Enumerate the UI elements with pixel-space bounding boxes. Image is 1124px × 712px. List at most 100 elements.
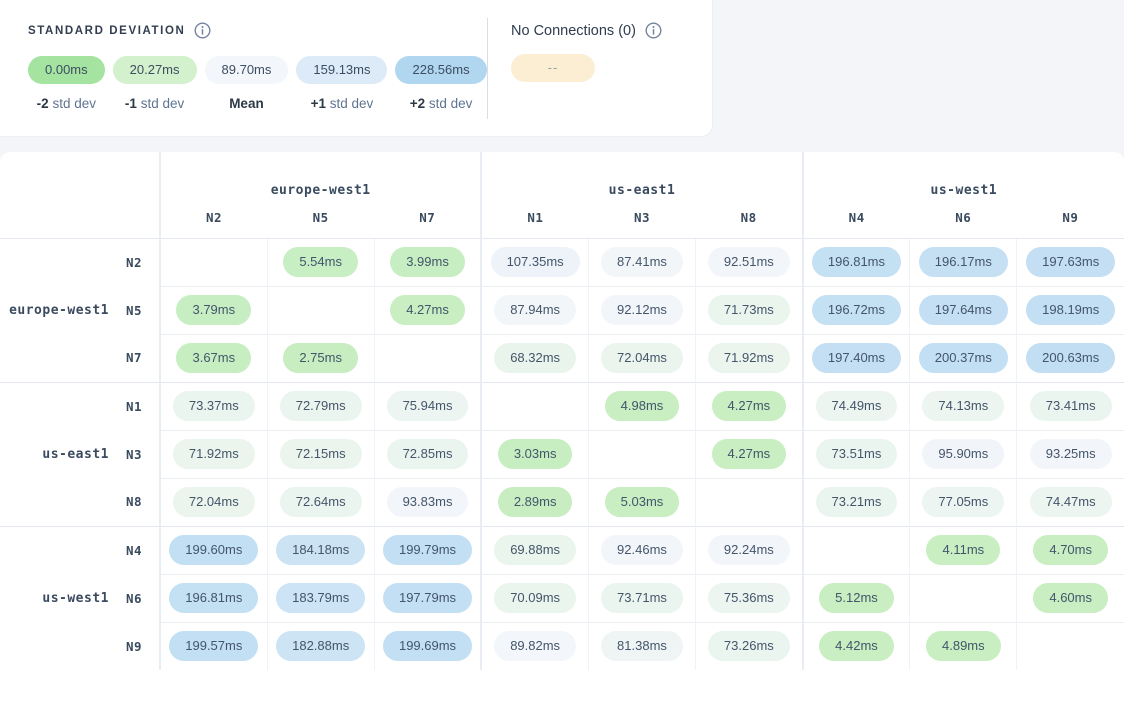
legend-card: STANDARD DEVIATION 0.00ms-2 std dev20.27…	[0, 0, 713, 137]
legend-pill: 228.56ms	[395, 56, 486, 84]
info-icon[interactable]	[194, 22, 211, 39]
latency-cell: 4.98ms	[588, 382, 695, 430]
latency-pill: 93.25ms	[1030, 439, 1112, 469]
legend-pill: 0.00ms	[28, 56, 105, 84]
latency-cell: 71.92ms	[160, 430, 267, 478]
latency-pill: 73.71ms	[601, 583, 683, 613]
latency-pill: 72.64ms	[280, 487, 362, 517]
matrix-corner-cell	[0, 152, 160, 238]
latency-cell: 196.81ms	[803, 238, 910, 286]
latency-cell: 199.60ms	[160, 526, 267, 574]
self-latency-cell	[588, 430, 695, 478]
latency-pill: 77.05ms	[922, 487, 1004, 517]
no-connections-title: No Connections (0)	[511, 23, 636, 39]
latency-pill: 75.36ms	[708, 583, 790, 613]
latency-pill: 196.81ms	[812, 247, 901, 277]
node-column-header: N3	[588, 208, 695, 238]
region-row-label: us-west1	[0, 591, 109, 606]
latency-pill: 95.90ms	[922, 439, 1004, 469]
latency-pill: 3.67ms	[176, 343, 251, 373]
row-header: europe-west1N5	[0, 286, 160, 334]
latency-cell: 92.12ms	[588, 286, 695, 334]
latency-pill: 5.03ms	[605, 487, 680, 517]
latency-pill: 4.70ms	[1033, 535, 1108, 565]
node-column-header: N1	[481, 208, 588, 238]
latency-pill: 197.63ms	[1026, 247, 1115, 277]
latency-cell: 184.18ms	[267, 526, 374, 574]
latency-cell: 5.12ms	[803, 574, 910, 622]
latency-pill: 107.35ms	[491, 247, 580, 277]
legend-label: +2 std dev	[410, 96, 473, 111]
latency-cell: 3.99ms	[374, 238, 481, 286]
latency-pill: 87.41ms	[601, 247, 683, 277]
latency-pill: 73.21ms	[816, 487, 898, 517]
latency-cell: 197.40ms	[803, 334, 910, 382]
latency-cell: 74.47ms	[1017, 478, 1124, 526]
latency-pill: 72.15ms	[280, 439, 362, 469]
latency-cell: 197.63ms	[1017, 238, 1124, 286]
latency-cell: 183.79ms	[267, 574, 374, 622]
row-header: N8	[0, 478, 160, 526]
no-connections-legend: No Connections (0) --	[511, 22, 662, 82]
std-dev-title: STANDARD DEVIATION	[28, 25, 185, 37]
latency-pill: 200.63ms	[1026, 343, 1115, 373]
latency-cell: 72.85ms	[374, 430, 481, 478]
latency-cell: 72.04ms	[160, 478, 267, 526]
latency-cell: 75.94ms	[374, 382, 481, 430]
latency-cell: 2.89ms	[481, 478, 588, 526]
latency-cell: 197.64ms	[910, 286, 1017, 334]
latency-cell: 3.67ms	[160, 334, 267, 382]
latency-pill: 5.54ms	[283, 247, 358, 277]
self-latency-cell	[696, 478, 803, 526]
info-icon[interactable]	[645, 22, 662, 39]
legend-label: -1 std dev	[125, 96, 184, 111]
latency-cell: 4.70ms	[1017, 526, 1124, 574]
legend-item: 159.13ms+1 std dev	[296, 56, 387, 111]
latency-cell: 92.51ms	[696, 238, 803, 286]
latency-cell: 74.49ms	[803, 382, 910, 430]
row-header: N4	[0, 526, 160, 574]
latency-pill: 197.79ms	[383, 583, 472, 613]
latency-pill: 87.94ms	[494, 295, 576, 325]
latency-cell: 4.27ms	[696, 382, 803, 430]
latency-cell: 93.25ms	[1017, 430, 1124, 478]
latency-cell: 77.05ms	[910, 478, 1017, 526]
latency-pill: 92.46ms	[601, 535, 683, 565]
latency-pill: 4.89ms	[926, 631, 1001, 661]
latency-pill: 71.73ms	[708, 295, 790, 325]
latency-pill: 81.38ms	[601, 631, 683, 661]
latency-cell: 3.79ms	[160, 286, 267, 334]
latency-matrix-table: europe-west1us-east1us-west1N2N5N7N1N3N8…	[0, 152, 1124, 670]
node-row-label: N5	[109, 303, 159, 318]
latency-pill: 199.60ms	[169, 535, 258, 565]
latency-pill: 73.41ms	[1030, 391, 1112, 421]
latency-cell: 92.46ms	[588, 526, 695, 574]
node-column-header: N9	[1017, 208, 1124, 238]
latency-cell: 5.03ms	[588, 478, 695, 526]
latency-cell: 73.37ms	[160, 382, 267, 430]
latency-pill: 199.69ms	[383, 631, 472, 661]
latency-cell: 72.04ms	[588, 334, 695, 382]
legend-item: 0.00ms-2 std dev	[28, 56, 105, 111]
latency-pill: 184.18ms	[276, 535, 365, 565]
legend-item: 89.70msMean	[205, 56, 289, 111]
node-column-header: N6	[910, 208, 1017, 238]
latency-cell: 107.35ms	[481, 238, 588, 286]
node-row-label: N6	[109, 591, 159, 606]
latency-cell: 93.83ms	[374, 478, 481, 526]
latency-cell: 4.42ms	[803, 622, 910, 670]
row-header: us-west1N6	[0, 574, 160, 622]
latency-pill: 183.79ms	[276, 583, 365, 613]
latency-pill: 4.60ms	[1033, 583, 1108, 613]
latency-pill: 74.49ms	[816, 391, 898, 421]
latency-pill: 5.12ms	[819, 583, 894, 613]
latency-cell: 73.26ms	[696, 622, 803, 670]
latency-pill: 3.79ms	[176, 295, 251, 325]
node-row-label: N7	[109, 350, 159, 365]
row-header: N9	[0, 622, 160, 670]
latency-pill: 199.79ms	[383, 535, 472, 565]
row-header: N2	[0, 238, 160, 286]
latency-pill: 4.27ms	[712, 391, 787, 421]
latency-cell: 182.88ms	[267, 622, 374, 670]
latency-pill: 71.92ms	[708, 343, 790, 373]
